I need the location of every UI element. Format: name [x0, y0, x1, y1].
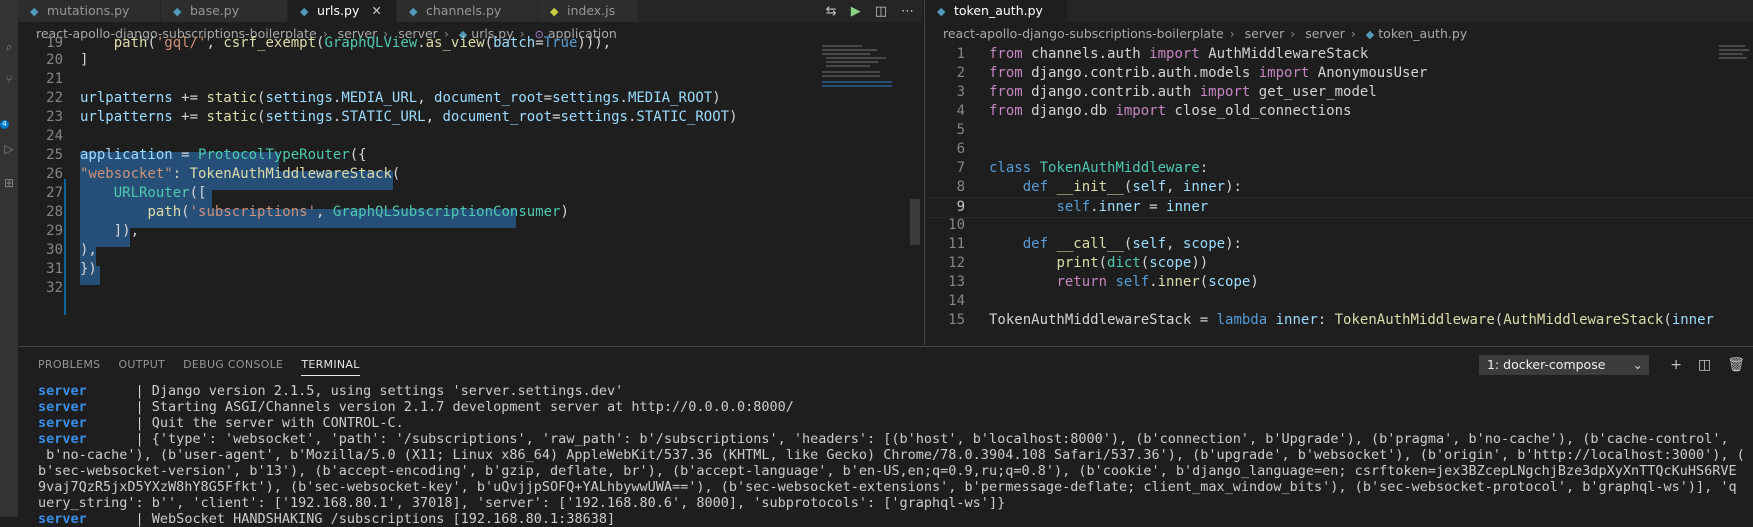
code-line: 25 application = ProtocolTypeRouter({	[46, 147, 367, 163]
tab-token-auth-py[interactable]: ◆ token_auth.py	[925, 0, 1068, 22]
terminal-line: server | Quit the server with CONTROL-C.	[38, 415, 404, 431]
compare-icon[interactable]: ⇆	[826, 4, 837, 19]
tab-debug-console[interactable]: DEBUG CONSOLE	[183, 355, 283, 375]
code-line-current: 9 self.inner = inner	[925, 197, 1753, 218]
minimap[interactable]	[818, 43, 898, 103]
editor-group-right: ◆ token_auth.py react-apollo-django-subsc…	[924, 0, 1753, 345]
terminal-line: server | Django version 2.1.5, using set…	[38, 383, 624, 399]
breadcrumb-item[interactable]: react-apollo-django-subscriptions-boiler…	[943, 26, 1224, 41]
code-line: 6	[956, 141, 965, 157]
tab-problems[interactable]: PROBLEMS	[38, 355, 100, 375]
code-line: 32	[46, 280, 63, 296]
panel-actions: + ◫ 🗑	[1670, 355, 1745, 375]
code-line: 8 def __init__(self, inner):	[956, 179, 1242, 195]
code-line: 15 TokenAuthMiddlewareStack = lambda inne…	[948, 312, 1714, 328]
breadcrumb: react-apollo-django-subscriptions-boiler…	[925, 25, 1753, 43]
code-line: 4 from django.db import close_old_connect…	[956, 103, 1352, 119]
chevron-down-icon: ⌄	[1632, 357, 1643, 372]
breadcrumb-item[interactable]: server	[1305, 26, 1345, 41]
code-line: 3 from django.contrib.auth import get_use…	[956, 84, 1377, 100]
new-terminal-icon[interactable]: +	[1670, 355, 1682, 375]
code-line: 2 from django.contrib.auth.models import …	[956, 65, 1428, 81]
chevron-right-icon: ›	[1229, 26, 1235, 41]
code-line: 26 "websocket": TokenAuthMiddlewareStack(	[46, 166, 401, 182]
vertical-scrollbar[interactable]	[908, 43, 922, 345]
python-file-icon: ◆	[937, 5, 946, 18]
scrollbar-thumb[interactable]	[910, 199, 920, 245]
terminal-line: server | Starting ASGI/Channels version …	[38, 399, 794, 415]
code-line: 22 urlpatterns += static(settings.MEDIA_U…	[46, 90, 721, 106]
code-line: 24	[46, 128, 63, 144]
tab-index-js[interactable]: ◆ index.js	[538, 0, 639, 22]
extensions-icon[interactable]: ⊞	[2, 176, 16, 190]
code-line: 27 URLRouter([	[46, 185, 207, 201]
code-line: 28 path('subscriptions', GraphQLSubscrip…	[46, 204, 569, 220]
trash-icon[interactable]: 🗑	[1727, 355, 1745, 375]
tab-output[interactable]: OUTPUT	[118, 355, 165, 375]
code-line: 5	[956, 122, 965, 138]
code-line: 1 from channels.auth import AuthMiddlewar…	[956, 46, 1369, 62]
source-control-badge: 4	[0, 120, 9, 129]
code-line: 29 ]),	[46, 223, 140, 239]
split-terminal-icon[interactable]: ◫	[1698, 355, 1711, 375]
terminal-line: b'no-cache'), (b'user-agent', b'Mozilla/…	[38, 447, 1743, 463]
code-line: 31})	[46, 261, 97, 277]
breadcrumb-item[interactable]: server	[1245, 26, 1285, 41]
editor-actions: ⇆ ▶ ◫ ⋯	[826, 0, 914, 22]
code-line: 30),	[46, 242, 97, 258]
js-file-icon: ◆	[550, 5, 559, 18]
close-icon[interactable]: ✕	[371, 3, 381, 18]
python-file-icon: ◆	[409, 5, 418, 18]
search-icon[interactable]: ⌕	[2, 40, 16, 54]
tab-base-py[interactable]: ◆ base.py	[161, 0, 288, 22]
code-line: 11 def __call__(self, scope):	[948, 236, 1242, 252]
code-line: 23 urlpatterns += static(settings.STATIC_…	[46, 109, 738, 125]
tab-urls-py[interactable]: ◆ urls.py ✕	[288, 0, 397, 22]
debug-icon[interactable]: ▷	[2, 142, 16, 156]
tab-terminal[interactable]: TERMINAL	[301, 355, 360, 376]
split-editor-icon[interactable]: ◫	[875, 4, 887, 19]
chevron-right-icon: ›	[1350, 26, 1356, 41]
terminal-line: uery_string': b'', 'client': ['192.168.8…	[38, 495, 1006, 511]
minimap[interactable]	[1715, 43, 1751, 103]
tab-bar: ◆ mutations.py ◆ base.py ◆ urls.py ✕ ◆ channe…	[18, 0, 922, 22]
code-line: 21	[46, 71, 63, 87]
code-line: 14	[948, 293, 965, 309]
terminal-line: b'sec-websocket-version', b'13'), (b'acc…	[38, 463, 1737, 479]
tab-mutations-py[interactable]: ◆ mutations.py	[18, 0, 161, 22]
terminal-select[interactable]: 1: docker-compose ⌄	[1479, 355, 1649, 375]
code-line: 7 class TokenAuthMiddleware:	[956, 160, 1209, 176]
editor-group-left: ◆ mutations.py ◆ base.py ◆ urls.py ✕ ◆ channe…	[18, 0, 922, 345]
code-editor-token-auth[interactable]: 1 from channels.auth import AuthMiddlewar…	[925, 43, 1753, 345]
more-actions-icon[interactable]: ⋯	[901, 4, 914, 19]
activity-bar: ⌕ ⑂ 4 ▷ ⊞	[0, 0, 18, 517]
terminal-line: server | WebSocket HANDSHAKING /subscrip…	[38, 511, 616, 527]
panel-tabs: PROBLEMS OUTPUT DEBUG CONSOLE TERMINAL	[38, 355, 378, 376]
source-control-icon[interactable]: ⑂	[2, 72, 16, 86]
run-icon[interactable]: ▶	[851, 4, 861, 19]
python-file-icon: ◆	[1365, 28, 1375, 41]
chevron-right-icon: ›	[1290, 26, 1296, 41]
code-line: 12 print(dict(scope))	[948, 255, 1209, 271]
code-line: 13 return self.inner(scope)	[948, 274, 1259, 290]
code-line: 20]	[46, 52, 89, 68]
code-editor-urls[interactable]: 19 path('gql/', csrf_exempt(GraphQLView.…	[18, 35, 922, 345]
python-file-icon: ◆	[300, 5, 309, 18]
python-file-icon: ◆	[173, 5, 182, 18]
breadcrumb-item[interactable]: token_auth.py	[1378, 26, 1467, 41]
tab-channels-py[interactable]: ◆ channels.py	[397, 0, 538, 22]
python-file-icon: ◆	[30, 5, 39, 18]
terminal-line: 9vaj7QzR5jxD5YXzW8hY8G5Ffkt'), (b'sec-we…	[38, 479, 1737, 495]
tab-bar: ◆ token_auth.py	[925, 0, 1753, 22]
bottom-panel: PROBLEMS OUTPUT DEBUG CONSOLE TERMINAL 1…	[18, 346, 1753, 527]
terminal-line: server | {'type': 'websocket', 'path': '…	[38, 431, 1729, 447]
terminal-output[interactable]: server | Django version 2.1.5, using set…	[38, 383, 1743, 527]
code-line: 10	[948, 217, 965, 233]
